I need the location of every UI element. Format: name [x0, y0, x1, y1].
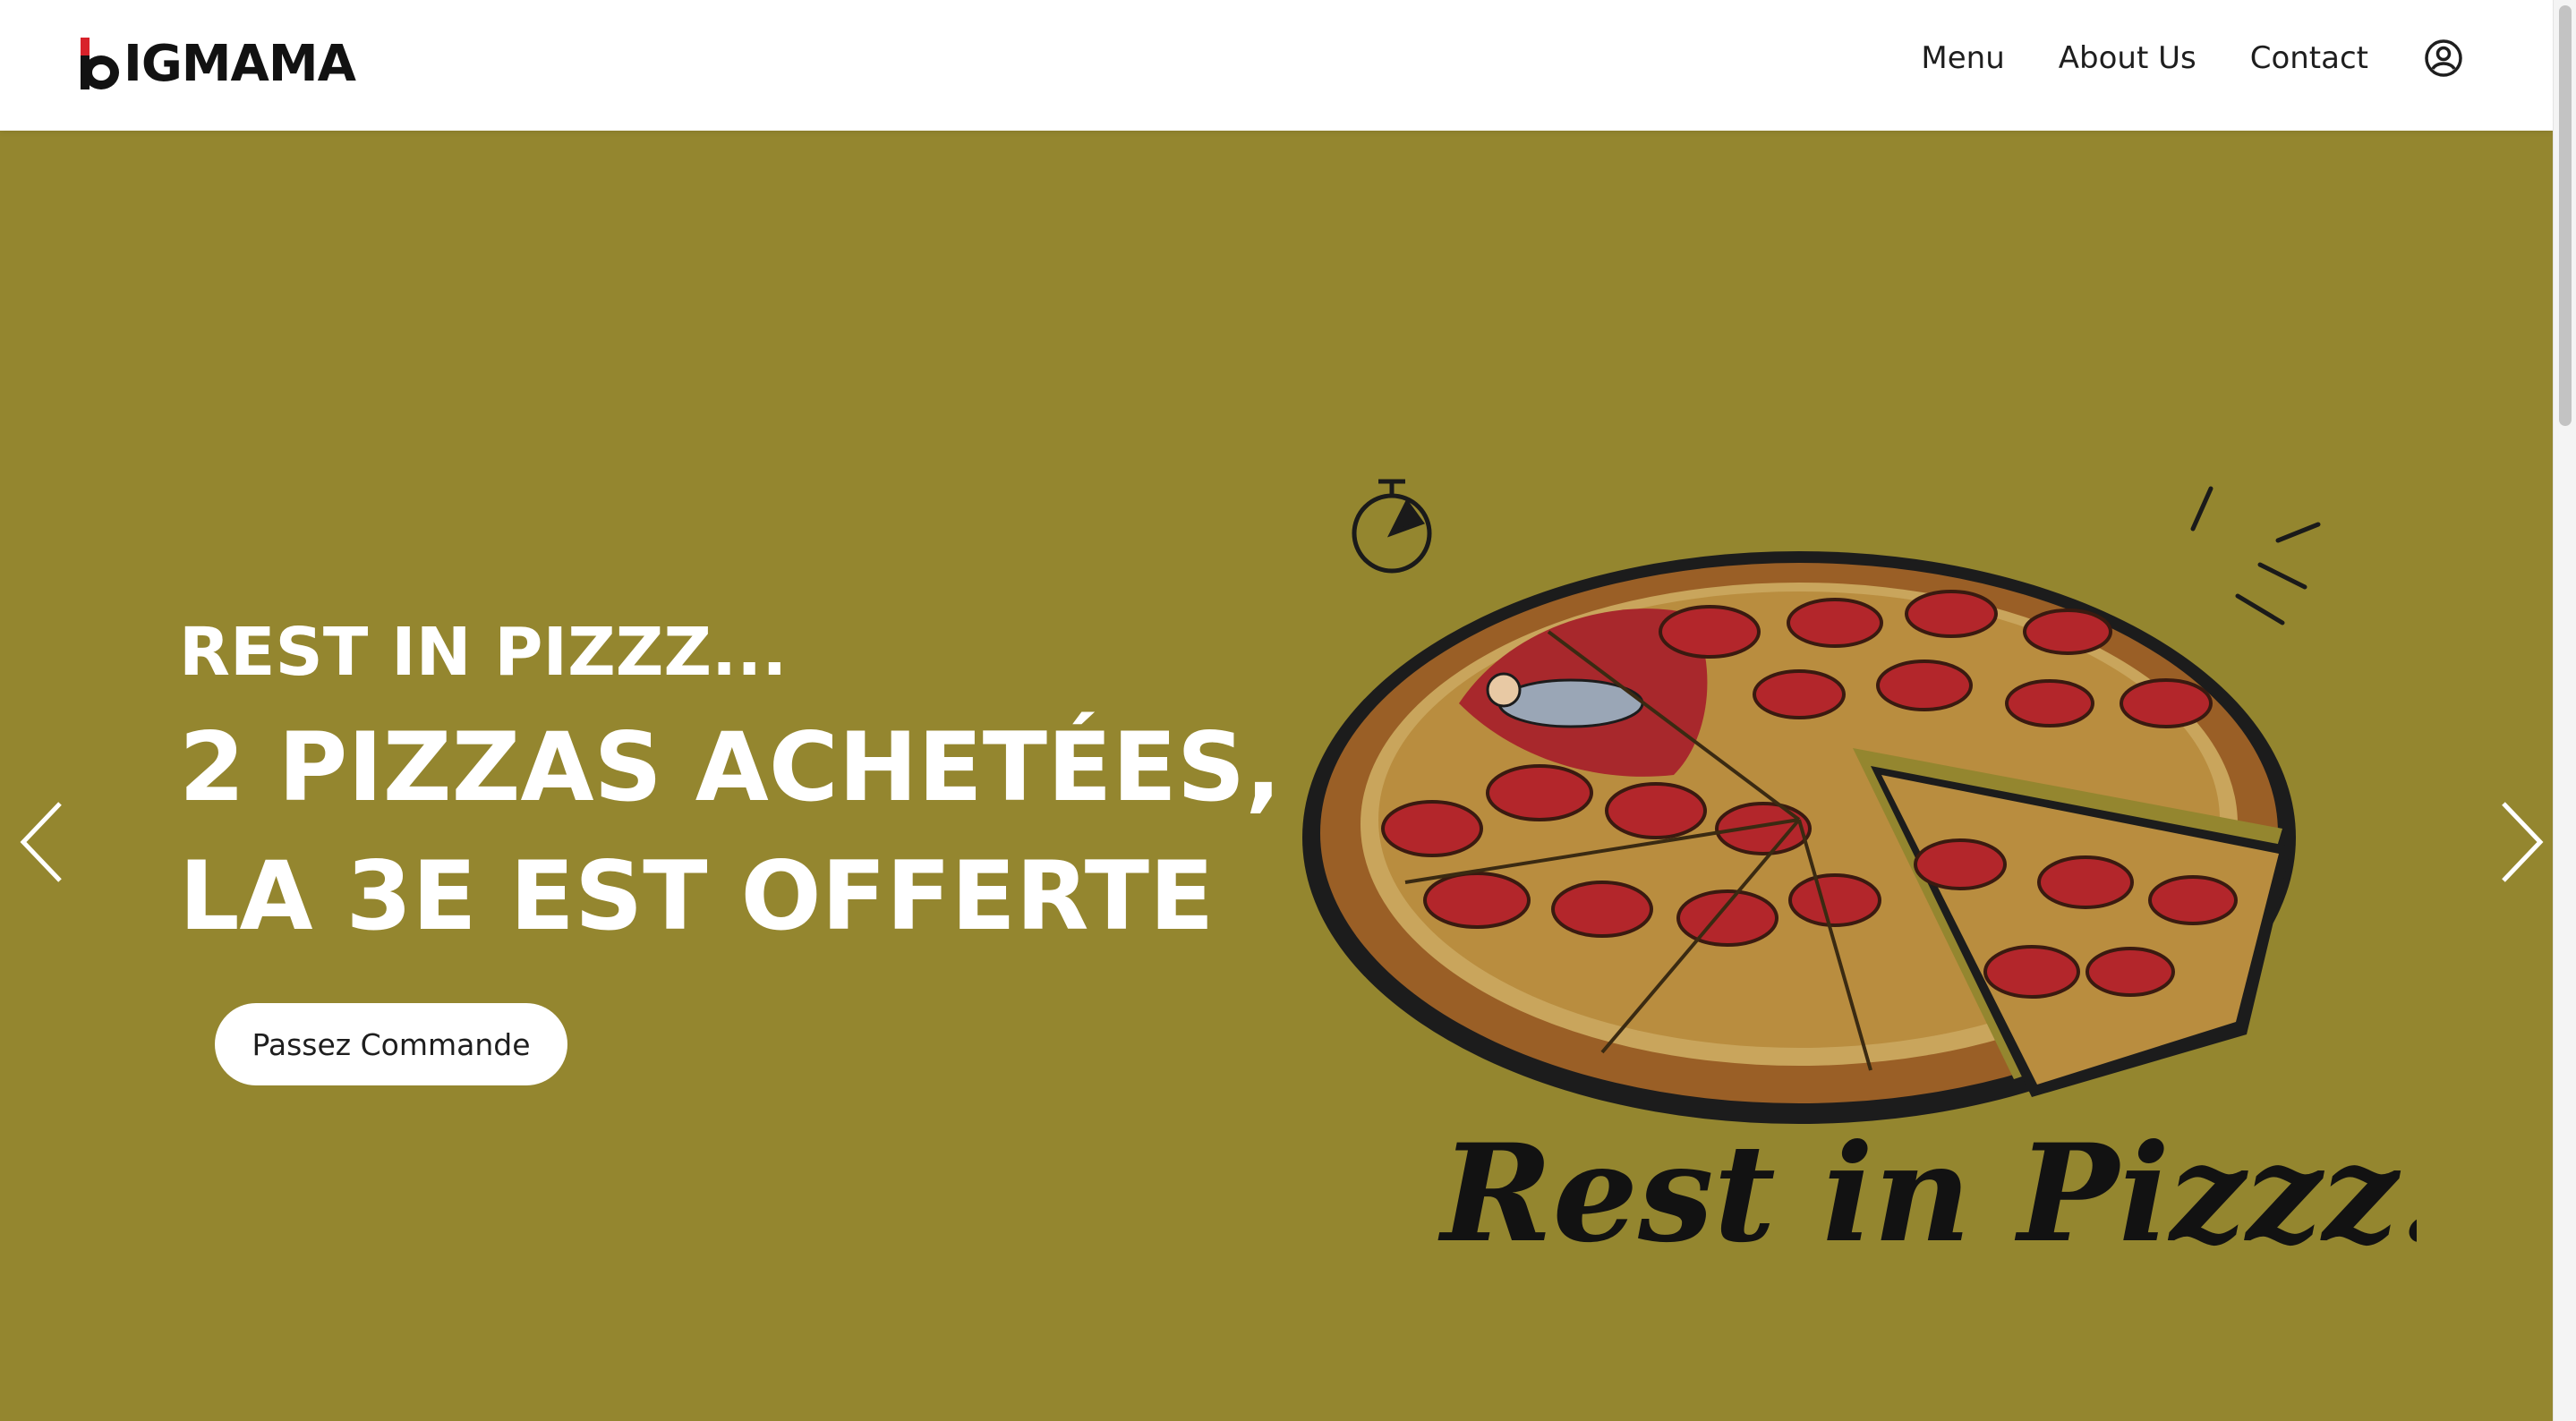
nav-about-link[interactable]: About Us [2059, 40, 2196, 76]
nav-menu-link[interactable]: Menu [1921, 40, 2004, 76]
scrollbar-thumb[interactable] [2559, 5, 2572, 426]
illustration-script-text: Rest in Pizzz... [1437, 1115, 2417, 1272]
hero-kicker: REST IN PIZZZ... [179, 614, 788, 691]
stopwatch-icon [1352, 479, 1432, 574]
hero-headline-line1: 2 PIZZAS ACHETÉES, [179, 712, 1282, 822]
pizza-icon [1302, 551, 2296, 1124]
site-header: IGMAMA Menu About Us Contact [0, 0, 2553, 131]
user-circle-icon[interactable] [2424, 38, 2463, 78]
hero-headline: 2 PIZZAS ACHETÉES, LA 3E EST OFFERTE [179, 703, 1281, 961]
main-nav: Menu About Us Contact [1867, 36, 2463, 81]
chevron-right-icon[interactable] [2490, 793, 2553, 891]
scrollbar[interactable] [2553, 0, 2576, 1421]
chevron-left-icon[interactable] [11, 793, 73, 891]
logo-mark [81, 38, 120, 89]
nav-contact-link[interactable]: Contact [2250, 40, 2368, 76]
order-button[interactable]: Passez Commande [215, 1003, 567, 1085]
hero-headline-line2: LA 3E EST OFFERTE [179, 841, 1215, 951]
logo-wordmark: IGMAMA [124, 35, 356, 93]
hero-slider: REST IN PIZZZ... 2 PIZZAS ACHETÉES, LA 3… [0, 131, 2553, 1421]
pizza-illustration: Rest in Pizzz... [1302, 479, 2417, 1272]
logo[interactable]: IGMAMA [81, 32, 356, 93]
